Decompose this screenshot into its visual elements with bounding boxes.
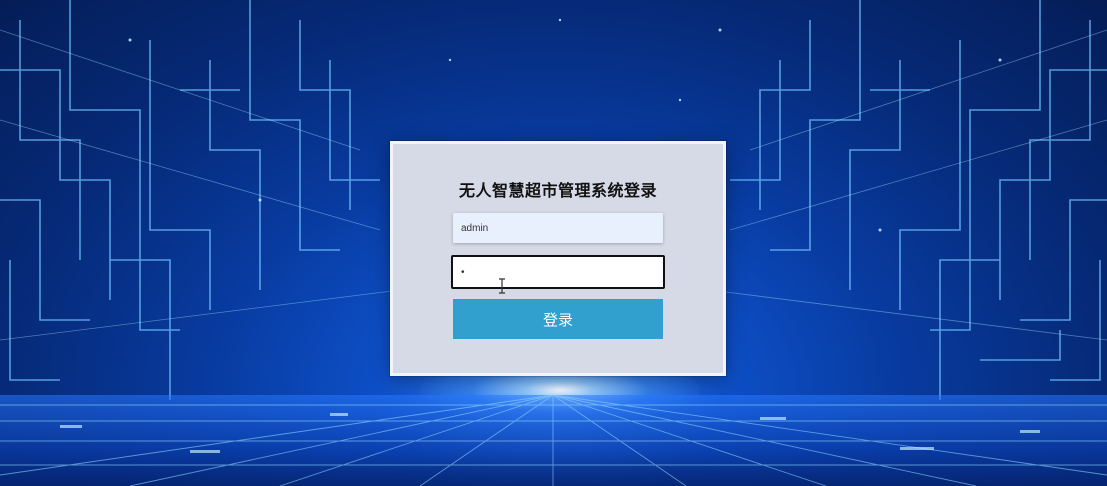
username-input[interactable]: [453, 213, 663, 243]
floor-grid-decoration: [0, 395, 1107, 486]
password-input[interactable]: [451, 255, 665, 289]
login-panel: 无人智慧超市管理系统登录 登录: [390, 141, 726, 376]
circuit-floor: [0, 395, 1107, 486]
login-title: 无人智慧超市管理系统登录: [458, 181, 657, 200]
text-cursor-icon: [499, 278, 505, 294]
login-button[interactable]: 登录: [453, 299, 663, 339]
